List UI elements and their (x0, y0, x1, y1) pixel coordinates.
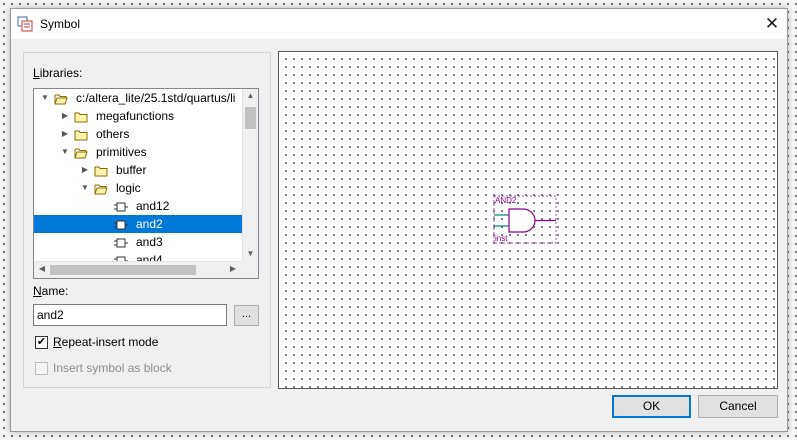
insert-block-checkbox[interactable] (35, 362, 48, 375)
tree-item-label: and12 (136, 199, 170, 213)
scroll-corner (241, 261, 258, 278)
tree-item-buffer[interactable]: ▶ buffer (34, 161, 242, 179)
name-label: Name: (33, 284, 69, 298)
library-panel: Libraries: ▼ c:/altera_lite/25.1std/quart… (23, 52, 271, 388)
collapse-arrow-icon[interactable]: ▼ (60, 143, 70, 161)
collapse-arrow-icon[interactable]: ▼ (80, 179, 90, 197)
symbol-icon (114, 218, 128, 230)
tree-item-label: megafunctions (96, 109, 175, 123)
expand-arrow-icon[interactable]: ▶ (80, 161, 90, 179)
tree-item-label: logic (116, 181, 141, 195)
vertical-scroll-thumb[interactable] (245, 107, 256, 129)
tree-item-others[interactable]: ▶ others (34, 125, 242, 143)
horizontal-scroll-thumb[interactable] (50, 265, 196, 275)
symbol-preview: AND2 inst (278, 51, 778, 389)
tree-item-label: others (96, 127, 130, 141)
tree-item-megafunctions[interactable]: ▶ megafunctions (34, 107, 242, 125)
scroll-right-icon[interactable]: ▶ (226, 264, 240, 273)
insert-block-label: Insert symbol as block (53, 361, 172, 375)
cancel-button[interactable]: Cancel (698, 395, 778, 418)
tree-item-c-altera-lite-25-1std-quartus-li[interactable]: ▼ c:/altera_lite/25.1std/quartus/li (34, 89, 242, 107)
scroll-left-icon[interactable]: ◀ (35, 264, 49, 273)
library-tree[interactable]: ▼ c:/altera_lite/25.1std/quartus/li ▶ megaf… (33, 88, 259, 279)
symbol-bottom-label: inst (495, 234, 508, 243)
expand-arrow-icon[interactable]: ▶ (60, 107, 70, 125)
tree-item-label: and3 (136, 235, 163, 249)
tree-horizontal-scrollbar[interactable]: ◀ ▶ (34, 261, 242, 278)
ok-button[interactable]: OK (612, 395, 691, 418)
tree-item-logic[interactable]: ▼ logic (34, 179, 242, 197)
scroll-up-icon[interactable]: ▲ (243, 91, 258, 100)
name-input[interactable] (33, 304, 227, 326)
scroll-down-icon[interactable]: ▼ (243, 249, 258, 258)
title-bar: Symbol ✕ (11, 9, 787, 39)
and2-gate-symbol: AND2 inst (493, 195, 557, 244)
symbol-dialog: Symbol ✕ Libraries: ▼ c:/altera_lite/25.1… (10, 8, 788, 432)
browse-button[interactable]: ... (234, 305, 259, 326)
close-button[interactable]: ✕ (757, 9, 787, 39)
folder-icon (94, 164, 108, 177)
tree-item-label: and2 (136, 217, 163, 231)
tree-item-and3[interactable]: and3 (34, 233, 242, 251)
dialog-title: Symbol (40, 17, 81, 31)
symbol-app-icon (17, 16, 33, 32)
libraries-label: Libraries: (33, 66, 83, 80)
tree-vertical-scrollbar[interactable]: ▲ ▼ (242, 89, 258, 262)
tree-item-label: buffer (116, 163, 147, 177)
folder-open-icon (74, 146, 88, 159)
folder-open-icon (54, 92, 68, 105)
tree-item-label: primitives (96, 145, 147, 159)
tree-item-label: c:/altera_lite/25.1std/quartus/li (76, 91, 236, 105)
folder-open-icon (94, 182, 108, 195)
symbol-icon (114, 236, 128, 248)
folder-icon (74, 110, 88, 123)
symbol-icon (114, 200, 128, 212)
tree-item-and12[interactable]: and12 (34, 197, 242, 215)
tree-item-and2[interactable]: and2 (34, 215, 242, 233)
repeat-insert-checkbox[interactable]: ✔ (35, 336, 48, 349)
folder-icon (74, 128, 88, 141)
expand-arrow-icon[interactable]: ▶ (60, 125, 70, 143)
symbol-top-label: AND2 (495, 196, 517, 205)
close-icon: ✕ (764, 14, 780, 33)
tree-item-primitives[interactable]: ▼ primitives (34, 143, 242, 161)
collapse-arrow-icon[interactable]: ▼ (40, 89, 50, 107)
repeat-insert-label[interactable]: Repeat-insert mode (53, 335, 158, 349)
